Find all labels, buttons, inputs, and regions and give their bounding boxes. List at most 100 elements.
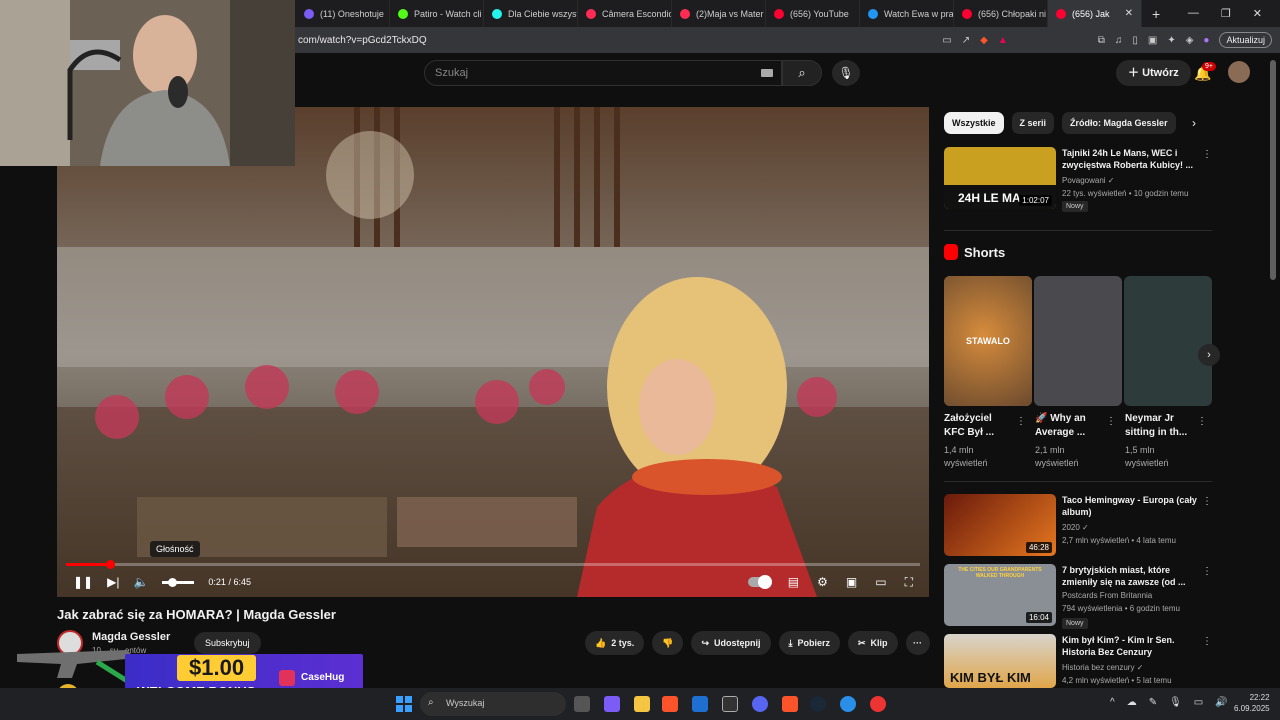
task-view-icon[interactable] bbox=[574, 696, 590, 712]
brave-rewards-icon[interactable]: ▲ bbox=[998, 35, 1008, 46]
page-scrollbar[interactable] bbox=[1270, 60, 1276, 280]
autoplay-toggle[interactable] bbox=[747, 575, 772, 589]
maximize-button[interactable]: ❐ bbox=[1221, 7, 1231, 20]
kebab-menu-icon[interactable]: ⋮ bbox=[1016, 416, 1026, 427]
recommendation-item[interactable]: THE CITIES OUR GRANDPARENTS WALKED THROU… bbox=[944, 564, 1224, 629]
browser-tab[interactable]: (656) Jak ✕ bbox=[1048, 0, 1142, 27]
browser-tab[interactable]: (656) YouTube bbox=[766, 0, 860, 27]
keyboard-icon[interactable] bbox=[761, 69, 773, 77]
browser-tab[interactable]: (11) Oneshotuje bbox=[296, 0, 390, 27]
minimize-button[interactable]: — bbox=[1188, 7, 1199, 20]
volume-slider[interactable] bbox=[162, 577, 195, 587]
shorts-next-button[interactable]: › bbox=[1198, 344, 1220, 366]
short-thumbnail[interactable]: STAWALO bbox=[944, 276, 1032, 406]
download-button[interactable]: ⤓ Pobierz bbox=[778, 631, 840, 655]
monitor-icon[interactable]: ▭ bbox=[1194, 697, 1203, 708]
theater-mode-icon[interactable]: ▭ bbox=[875, 575, 886, 589]
share-button[interactable]: ↪ Udostępnij bbox=[691, 631, 771, 655]
brave-shield-icon[interactable]: ◆ bbox=[980, 35, 988, 46]
file-explorer-icon[interactable] bbox=[634, 696, 650, 712]
leo-icon[interactable]: ✦ bbox=[1167, 35, 1175, 46]
miniplayer-icon[interactable]: ▣ bbox=[846, 575, 857, 589]
search-input[interactable]: Szukaj bbox=[424, 60, 782, 86]
browser-tab[interactable]: (2)Maja vs Mater bbox=[672, 0, 766, 27]
close-tab-icon[interactable]: ✕ bbox=[1125, 8, 1133, 19]
dislike-button[interactable]: 👎 bbox=[652, 631, 684, 655]
subtitles-icon[interactable]: ▤ bbox=[788, 575, 799, 589]
browser-tab[interactable]: (656) Chłopaki ni bbox=[954, 0, 1048, 27]
new-tab-button[interactable]: + bbox=[1142, 6, 1170, 22]
short-title[interactable]: Założyciel KFC Był ... bbox=[944, 412, 1014, 440]
windows-start-icon[interactable] bbox=[396, 696, 412, 712]
steam-icon[interactable] bbox=[810, 696, 826, 712]
pause-icon[interactable]: ❚❚ bbox=[73, 575, 93, 589]
volume-knob[interactable] bbox=[168, 577, 178, 587]
brave-active-icon[interactable] bbox=[782, 696, 798, 712]
browser-tab[interactable]: Dla Ciebie wszyst bbox=[484, 0, 578, 27]
share-icon[interactable]: ↗ bbox=[962, 35, 970, 46]
update-button[interactable]: Aktualizuj bbox=[1219, 32, 1272, 48]
pen-icon[interactable]: ✎ bbox=[1149, 697, 1157, 708]
channel-name[interactable]: Magda Gessler bbox=[92, 631, 170, 643]
chip-all[interactable]: Wszystkie bbox=[944, 112, 1004, 134]
kebab-menu-icon[interactable]: ⋮ bbox=[1202, 496, 1212, 507]
thumbnail[interactable]: 24H LE MA 1:02:07 bbox=[944, 147, 1056, 209]
discord-icon[interactable] bbox=[752, 696, 768, 712]
volume-icon[interactable]: 🔈 bbox=[133, 575, 148, 589]
kebab-menu-icon[interactable]: ⋮ bbox=[1202, 636, 1212, 647]
extensions-icon[interactable]: ⧉ bbox=[1098, 35, 1105, 46]
taskbar-search[interactable]: ⌕ Wyszukaj bbox=[420, 692, 566, 716]
kebab-menu-icon[interactable]: ⋮ bbox=[1202, 149, 1212, 160]
short-title[interactable]: 🚀 Why an Average ... bbox=[1035, 412, 1105, 440]
vpn-icon[interactable]: ◈ bbox=[1186, 35, 1194, 46]
progress-bar[interactable] bbox=[66, 563, 920, 566]
chevron-right-icon[interactable]: › bbox=[1192, 116, 1196, 130]
more-actions-button[interactable]: ··· bbox=[905, 631, 930, 655]
video-player[interactable] bbox=[57, 107, 929, 597]
short-title[interactable]: Neymar Jr sitting in th... bbox=[1125, 412, 1195, 440]
app-icon[interactable] bbox=[840, 696, 856, 712]
wallet-icon[interactable]: ▣ bbox=[1148, 35, 1157, 46]
terminal-icon[interactable] bbox=[722, 696, 738, 712]
fullscreen-icon[interactable]: ⛶ bbox=[905, 575, 913, 590]
copilot-icon[interactable] bbox=[604, 696, 620, 712]
chip-source[interactable]: Źródło: Magda Gessler bbox=[1062, 112, 1176, 134]
next-icon[interactable]: ▶| bbox=[107, 575, 119, 589]
settings-icon[interactable]: ⚙ bbox=[817, 575, 828, 589]
recommendation-item[interactable]: 24H LE MA 1:02:07 Tajniki 24h Le Mans, W… bbox=[944, 147, 1224, 212]
cloud-icon[interactable]: ☁ bbox=[1127, 697, 1137, 708]
chip-series[interactable]: Z serii bbox=[1011, 112, 1055, 134]
thumbnail[interactable]: 46:28 bbox=[944, 494, 1056, 556]
install-icon[interactable]: ▭ bbox=[942, 35, 951, 46]
browser-tab[interactable]: Patiro - Watch cli bbox=[390, 0, 484, 27]
thumbnail[interactable]: THE CITIES OUR GRANDPARENTS WALKED THROU… bbox=[944, 564, 1056, 626]
progress-scrubber[interactable] bbox=[106, 560, 115, 569]
clip-button[interactable]: ✂ Klip bbox=[848, 631, 898, 655]
voice-search-button[interactable]: 🎙 bbox=[832, 60, 860, 86]
kebab-menu-icon[interactable]: ⋮ bbox=[1197, 416, 1207, 427]
clock[interactable]: 22:22 6.09.2025 bbox=[1234, 692, 1270, 714]
browser-tab[interactable]: Câmera Escondid bbox=[578, 0, 672, 27]
recommendation-item[interactable]: KIM BYŁ KIM Kim był Kim? - Kim Ir Sen. H… bbox=[944, 634, 1224, 688]
close-window-button[interactable]: ✕ bbox=[1253, 7, 1262, 20]
short-thumbnail[interactable] bbox=[1034, 276, 1122, 406]
microphone-icon[interactable]: 🎙 bbox=[1169, 697, 1182, 708]
browser-tab[interactable]: Watch Ewa w pra bbox=[860, 0, 954, 27]
store-icon[interactable] bbox=[692, 696, 708, 712]
recommendation-item[interactable]: 46:28 Taco Hemingway - Europa (cały albu… bbox=[944, 494, 1224, 556]
create-button[interactable]: ＋ Utwórz bbox=[1116, 60, 1191, 86]
kebab-menu-icon[interactable]: ⋮ bbox=[1202, 566, 1212, 577]
app-icon[interactable] bbox=[870, 696, 886, 712]
chevron-up-icon[interactable]: ^ bbox=[1110, 697, 1115, 708]
short-thumbnail[interactable] bbox=[1124, 276, 1212, 406]
like-button[interactable]: 👍 2 tys. bbox=[585, 631, 645, 655]
speaker-icon[interactable]: 🔊 bbox=[1215, 697, 1227, 708]
brave-icon[interactable] bbox=[662, 696, 678, 712]
music-icon[interactable]: ♫ bbox=[1115, 35, 1123, 46]
thumbnail[interactable]: KIM BYŁ KIM bbox=[944, 634, 1056, 688]
sidebar-icon[interactable]: ▯ bbox=[1132, 35, 1138, 46]
profile-icon[interactable]: ● bbox=[1203, 35, 1209, 46]
account-avatar[interactable] bbox=[1228, 61, 1250, 83]
kebab-menu-icon[interactable]: ⋮ bbox=[1106, 416, 1116, 427]
search-button[interactable]: ⌕ bbox=[782, 60, 822, 86]
